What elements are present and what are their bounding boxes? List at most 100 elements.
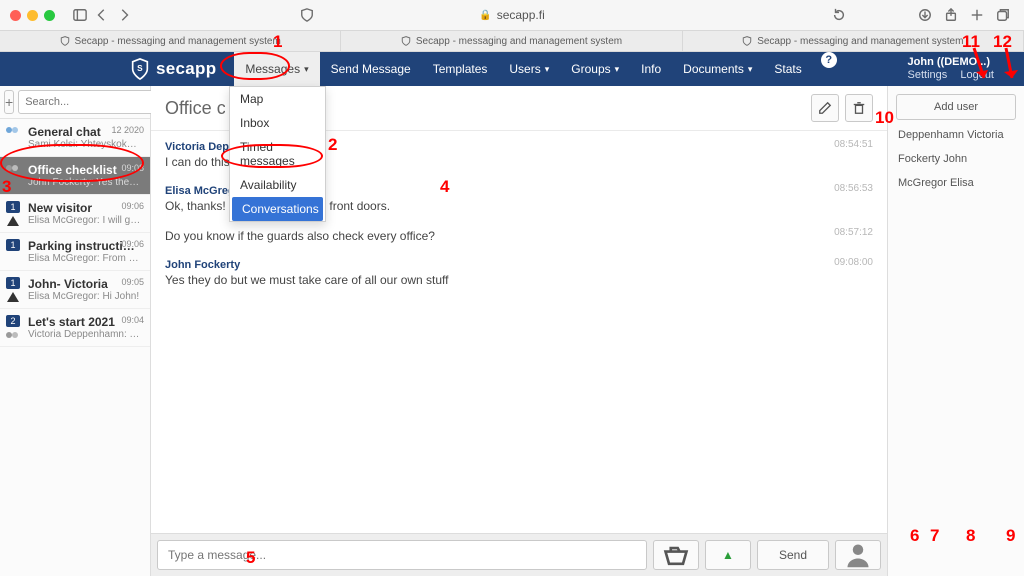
edit-conversation-button[interactable]	[811, 94, 839, 122]
nav-templates[interactable]: Templates	[422, 52, 499, 86]
participant[interactable]: Fockerty John	[896, 150, 1016, 168]
thread-item[interactable]: General chat Sami Kolsi: Yhteyskokeilu 1…	[0, 119, 150, 157]
close-window-icon[interactable]	[10, 10, 21, 21]
chevron-down-icon: ▾	[748, 64, 753, 75]
thread-item[interactable]: 1 New visitor Elisa McGregor: I will go …	[0, 195, 150, 233]
participants-panel: Add user Deppenhamn Victoria Fockerty Jo…	[887, 86, 1024, 576]
messages-dropdown: Map Inbox Timed messages Availability Co…	[229, 86, 326, 222]
svg-text:S: S	[137, 64, 143, 73]
conversation-title: Office checklist	[165, 98, 225, 119]
send-button[interactable]: Send	[757, 540, 829, 570]
layout: + General chat Sami Kolsi: Yhteyskokeilu…	[0, 86, 1024, 576]
browser-tab-title: Secapp - messaging and management system	[757, 36, 963, 47]
alert-icon	[7, 216, 19, 226]
thread-preview: Elisa McGregor: I will go downsta	[28, 215, 142, 226]
add-thread-button[interactable]: +	[4, 90, 14, 114]
nav-groups[interactable]: Groups▾	[560, 52, 630, 86]
thread-item[interactable]: 2 Let's start 2021 Victoria Deppenhamn: …	[0, 309, 150, 347]
thread-item[interactable]: 1 Parking instructions Elisa McGregor: F…	[0, 233, 150, 271]
maximize-window-icon[interactable]	[44, 10, 55, 21]
participant[interactable]: McGregor Elisa	[896, 174, 1016, 192]
nav-messages[interactable]: Messages▾	[234, 52, 319, 86]
privacy-shield-icon[interactable]	[296, 4, 318, 26]
browser-tab-bar: Secapp - messaging and management system…	[0, 31, 1024, 52]
participants-button[interactable]	[835, 540, 881, 570]
composer: ▲ Send	[151, 533, 887, 576]
unread-badge: 1	[6, 277, 20, 289]
priority-button[interactable]: ▲	[705, 540, 751, 570]
delete-conversation-button[interactable]	[845, 94, 873, 122]
nav-users[interactable]: Users▾	[498, 52, 560, 86]
nav-documents[interactable]: Documents▾	[672, 52, 763, 86]
logout-link[interactable]: Logout	[960, 69, 994, 81]
message-time: 09:08:00	[834, 257, 873, 268]
thread-preview: Elisa McGregor: Hi John!	[28, 291, 142, 302]
settings-link[interactable]: Settings	[908, 69, 948, 81]
downloads-icon[interactable]	[914, 4, 936, 26]
composer-input[interactable]	[157, 540, 647, 570]
address-bar[interactable]: 🔒 secapp.fi	[479, 8, 544, 22]
add-user-button[interactable]: Add user	[896, 94, 1016, 120]
avatar-icon	[6, 125, 20, 135]
sidebar-toggle-icon[interactable]	[69, 4, 91, 26]
thread-time: 09:04	[121, 315, 144, 325]
reload-icon[interactable]	[828, 4, 850, 26]
brand[interactable]: S secapp	[130, 58, 216, 80]
thread-time: 09:06	[121, 239, 144, 249]
lock-icon: 🔒	[479, 10, 491, 21]
forward-icon[interactable]	[113, 4, 135, 26]
nav-send-message[interactable]: Send Message	[320, 52, 422, 86]
browser-tab[interactable]: Secapp - messaging and management system	[0, 31, 341, 51]
dropdown-item-conversations[interactable]: Conversations	[232, 197, 323, 221]
help-icon[interactable]: ?	[821, 52, 837, 68]
browser-tab[interactable]: Secapp - messaging and management system	[341, 31, 682, 51]
browser-toolbar: 🔒 secapp.fi	[0, 0, 1024, 31]
unread-badge: 2	[6, 315, 20, 327]
browser-tab-title: Secapp - messaging and management system	[416, 36, 622, 47]
thread-time: 09:05	[121, 277, 144, 287]
thread-item-active[interactable]: Office checklist John Fockerty: Yes they…	[0, 157, 150, 195]
dropdown-item-inbox[interactable]: Inbox	[230, 111, 325, 135]
dropdown-item-map[interactable]: Map	[230, 87, 325, 111]
thread-search-row: +	[0, 86, 150, 119]
avatar-icon	[6, 163, 20, 173]
minimize-window-icon[interactable]	[27, 10, 38, 21]
user-menu: John ((DEMO...) Settings Logout	[908, 56, 1004, 82]
share-icon[interactable]	[940, 4, 962, 26]
new-tab-icon[interactable]	[966, 4, 988, 26]
user-name: John ((DEMO...)	[908, 56, 1004, 69]
unread-badge: 1	[6, 201, 20, 213]
unread-badge: 1	[6, 239, 20, 251]
message-time: 08:56:53	[834, 183, 873, 194]
window-controls	[10, 10, 55, 21]
thread-preview: Elisa McGregor: From where can	[28, 253, 142, 264]
thread-time: 09:08	[121, 163, 144, 173]
chevron-down-icon: ▾	[304, 64, 309, 75]
dropdown-item-timed[interactable]: Timed messages	[230, 135, 325, 173]
participant[interactable]: Deppenhamn Victoria	[896, 126, 1016, 144]
back-icon[interactable]	[91, 4, 113, 26]
thread-preview: Sami Kolsi: Yhteyskokeilu	[28, 139, 142, 150]
nav-info[interactable]: Info	[630, 52, 672, 86]
brand-text: secapp	[156, 59, 216, 79]
chevron-down-icon: ▾	[545, 64, 550, 75]
message-body: Do you know if the guards also check eve…	[165, 229, 873, 243]
chevron-down-icon: ▾	[615, 64, 620, 75]
message-time: 08:57:12	[834, 227, 873, 238]
url-host: secapp.fi	[497, 8, 545, 22]
thread-list-panel: + General chat Sami Kolsi: Yhteyskokeilu…	[0, 86, 151, 576]
tabs-overview-icon[interactable]	[992, 4, 1014, 26]
thread-preview: John Fockerty: Yes they do but	[28, 177, 142, 188]
avatar-icon	[6, 330, 20, 340]
alert-icon	[7, 292, 19, 302]
message: John Fockerty 09:08:00 Yes they do but w…	[165, 253, 873, 297]
thread-time: 09:06	[121, 201, 144, 211]
nav-stats[interactable]: Stats	[763, 52, 812, 86]
thread-item[interactable]: 1 John- Victoria Elisa McGregor: Hi John…	[0, 271, 150, 309]
dropdown-item-availability[interactable]: Availability	[230, 173, 325, 197]
thread-preview: Victoria Deppenhamn: Thanks for	[28, 329, 142, 340]
message-time: 08:54:51	[834, 139, 873, 150]
attach-button[interactable]	[653, 540, 699, 570]
message-body: Yes they do but we must take care of all…	[165, 273, 873, 287]
browser-tab[interactable]: Secapp - messaging and management system	[683, 31, 1024, 51]
